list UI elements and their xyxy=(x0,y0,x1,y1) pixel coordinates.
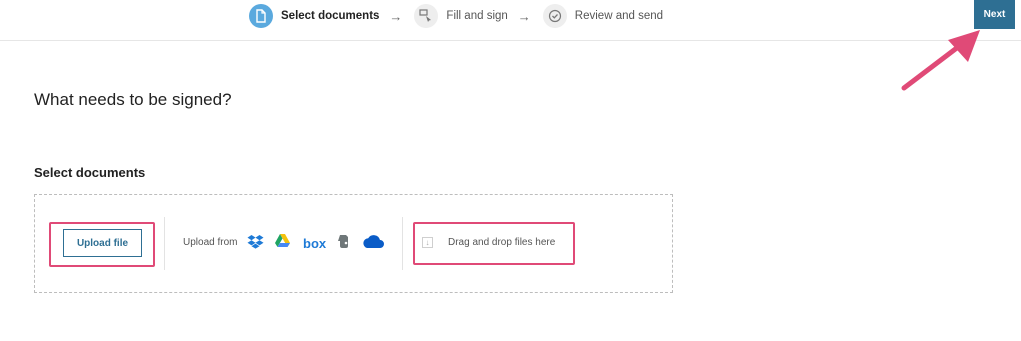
next-button[interactable]: Next xyxy=(974,0,1015,29)
step-label: Review and send xyxy=(574,10,664,22)
download-icon: ↓ xyxy=(422,237,433,248)
annotation-arrow-icon xyxy=(901,30,980,91)
evernote-icon[interactable] xyxy=(337,234,349,249)
progress-steps: Select documents → Fill and sign → Revie… xyxy=(249,3,663,29)
step-review-and-send[interactable]: Review and send xyxy=(542,4,664,28)
top-bar: Select documents → Fill and sign → Revie… xyxy=(0,0,1021,41)
divider xyxy=(164,217,165,270)
box-icon[interactable]: box xyxy=(303,236,326,251)
upload-file-button[interactable]: Upload file xyxy=(63,229,142,257)
dropbox-icon[interactable] xyxy=(247,234,264,249)
onedrive-icon[interactable] xyxy=(361,234,385,249)
step-label: Select documents xyxy=(281,10,380,22)
step-label: Fill and sign xyxy=(446,10,508,22)
page-title: What needs to be signed? xyxy=(34,90,232,109)
fill-sign-icon xyxy=(414,4,439,28)
document-icon xyxy=(249,4,273,28)
divider xyxy=(402,217,403,270)
upload-from-label: Upload from xyxy=(183,237,238,248)
step-fill-and-sign[interactable]: Fill and sign xyxy=(414,4,508,28)
google-drive-icon[interactable] xyxy=(275,234,290,247)
step-select-documents[interactable]: Select documents xyxy=(249,4,379,28)
check-circle-icon xyxy=(542,4,567,28)
drag-drop-label: Drag and drop files here xyxy=(448,237,556,248)
section-title: Select documents xyxy=(34,165,146,180)
arrow-right-icon: → xyxy=(389,8,403,24)
arrow-right-icon: → xyxy=(517,8,531,24)
